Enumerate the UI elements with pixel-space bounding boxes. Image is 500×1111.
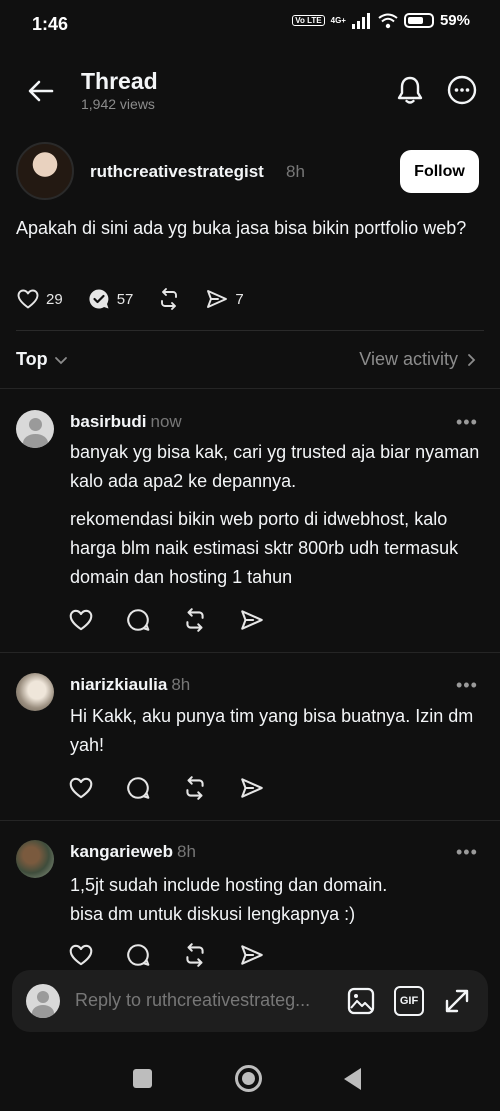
reply-input[interactable]: Reply to ruthcreativestrateg... (75, 990, 310, 1011)
volte-icon: Vo LTE (292, 15, 325, 26)
reply-username[interactable]: kangarieweb 8h (70, 842, 196, 862)
arrow-left-icon[interactable] (26, 76, 56, 106)
avatar[interactable] (16, 673, 54, 711)
reply-count: 57 (116, 290, 134, 308)
reply-actions (68, 775, 265, 801)
signal-icon (351, 12, 370, 29)
page-title: Thread (81, 68, 158, 94)
follow-button[interactable]: Follow (400, 150, 479, 193)
reply-time: now (150, 412, 182, 431)
avatar (26, 984, 60, 1018)
bell-icon[interactable] (394, 74, 426, 106)
reply-actions (68, 607, 265, 633)
username-text: basirbudi (70, 412, 147, 431)
post-actions: 29 57 7 (16, 287, 268, 311)
divider (0, 652, 500, 653)
heart-icon[interactable] (68, 607, 94, 633)
home-icon[interactable] (235, 1065, 262, 1092)
share-button[interactable]: 7 (205, 287, 244, 311)
more-icon[interactable]: ••• (456, 675, 478, 696)
system-nav-bar (0, 1050, 500, 1111)
reply-text: Hi Kakk, aku punya tim yang bisa buatnya… (70, 706, 474, 755)
comment-icon[interactable] (125, 775, 151, 801)
wifi-icon (378, 13, 398, 28)
send-icon[interactable] (239, 775, 265, 801)
reply-text: bisa dm untuk diskusi lengkapnya :) (70, 904, 356, 924)
username-text: niarizkiaulia (70, 675, 168, 694)
thread-header: Thread 1,942 views (0, 60, 500, 122)
chevron-right-icon (468, 353, 476, 366)
battery-percent: 59% (439, 12, 470, 29)
reply-actions (68, 942, 265, 968)
reply-username[interactable]: niarizkiaulia 8h (70, 675, 190, 695)
divider (0, 388, 500, 389)
share-count: 7 (235, 290, 244, 308)
heart-icon (17, 289, 39, 309)
send-icon[interactable] (239, 942, 265, 968)
heart-icon[interactable] (68, 942, 94, 968)
chevron-down-icon (54, 356, 67, 364)
sort-bar: Top View activity (0, 345, 500, 379)
sort-label: Top (16, 349, 48, 369)
reply-text: banyak yg bisa kak, cari yg trusted aja … (70, 442, 480, 491)
post-text: Apakah di sini ada yg buka jasa bisa bik… (16, 218, 467, 238)
heart-icon[interactable] (68, 775, 94, 801)
repost-icon[interactable] (182, 607, 208, 633)
expand-icon[interactable] (442, 986, 472, 1016)
reply-composer[interactable]: Reply to ruthcreativestrateg... GIF (12, 970, 488, 1032)
username-text: kangarieweb (70, 842, 173, 861)
post-time: 8h (286, 162, 305, 181)
more-icon[interactable]: ••• (456, 842, 478, 863)
replied-check-icon (89, 289, 109, 309)
divider (0, 820, 500, 821)
avatar[interactable] (16, 410, 54, 448)
reply-count-button[interactable]: 57 (87, 287, 134, 311)
status-bar: 1:46 Vo LTE 4G+ 59% (0, 0, 500, 48)
recent-apps-icon[interactable] (133, 1069, 152, 1088)
image-icon[interactable] (346, 986, 376, 1016)
repost-icon[interactable] (182, 775, 208, 801)
send-icon (207, 290, 228, 308)
avatar[interactable] (16, 840, 54, 878)
view-activity-link[interactable]: View activity (359, 349, 476, 370)
reply-username[interactable]: basirbudi now (70, 412, 182, 432)
repost-icon (161, 288, 178, 310)
sort-dropdown[interactable]: Top (16, 349, 68, 370)
reply-text: 1,5jt sudah include hosting dan domain. (70, 875, 388, 895)
status-time: 1:46 (32, 14, 69, 34)
reply-time: 8h (171, 675, 191, 694)
battery-icon (403, 13, 434, 28)
divider (16, 330, 484, 331)
view-activity-label: View activity (359, 349, 458, 369)
like-count: 29 (46, 290, 63, 308)
avatar[interactable] (16, 142, 74, 200)
repost-icon[interactable] (182, 942, 208, 968)
gif-icon[interactable]: GIF (394, 986, 424, 1016)
back-triangle-icon[interactable] (344, 1068, 361, 1090)
reply-time: 8h (177, 842, 196, 861)
send-icon[interactable] (239, 607, 265, 633)
comment-icon[interactable] (125, 607, 151, 633)
more-horizontal-circle-icon[interactable] (446, 74, 478, 106)
like-button[interactable]: 29 (16, 287, 63, 311)
comment-icon[interactable] (125, 942, 151, 968)
status-icons: Vo LTE 4G+ 59% (292, 12, 470, 29)
view-count: 1,942 views (81, 96, 155, 112)
reply-text: rekomendasi bikin web porto di idwebhost… (70, 509, 459, 587)
post-username[interactable]: ruthcreativestrategist (90, 162, 264, 182)
repost-button[interactable] (157, 287, 181, 311)
more-icon[interactable]: ••• (456, 412, 478, 433)
network-type: 4G+ (330, 16, 346, 25)
